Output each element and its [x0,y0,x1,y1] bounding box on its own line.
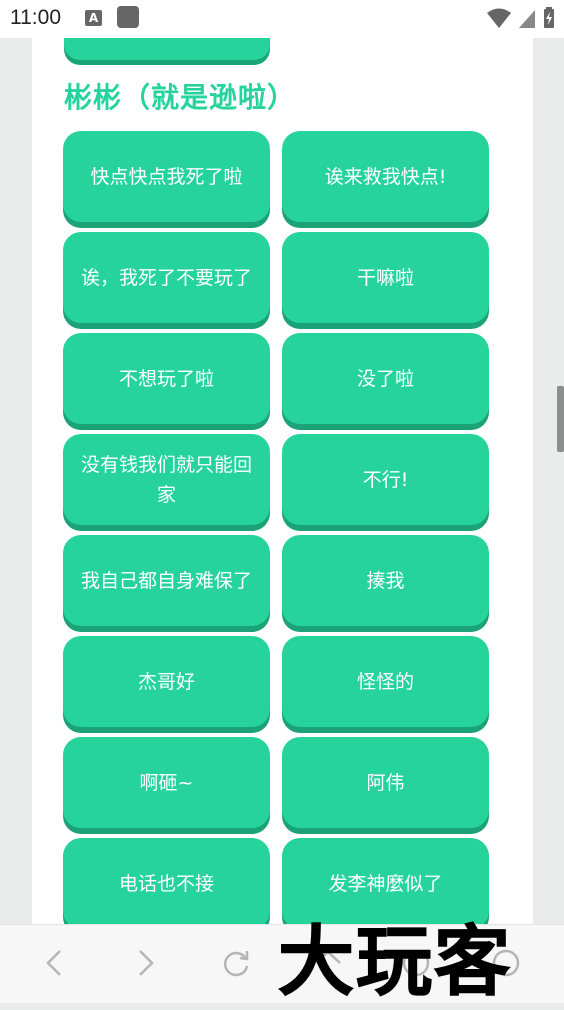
sound-button[interactable]: 怪怪的 [282,636,489,727]
page-gutter-right [533,38,564,924]
sound-button[interactable]: 我自己都自身难保了 [63,535,270,626]
status-time: 11:00 [10,6,61,29]
sound-button[interactable]: 啊砸~ [63,737,270,828]
keyboard-icon: A [85,10,102,26]
section-title: 彬彬（就是逊啦） [64,81,297,114]
watermark-text: 大玩客 [278,917,512,1007]
app-square-icon [117,6,139,28]
sound-button[interactable]: 不想玩了啦 [63,333,270,424]
status-bar: 11:00 A [0,0,564,38]
scrollbar-thumb[interactable] [557,386,564,452]
signal-icon [518,10,535,28]
sound-button[interactable]: 不行! [282,434,489,525]
page-gutter-left [0,38,32,924]
sound-button[interactable]: 快点快点我死了啦 [63,131,270,222]
reload-icon[interactable] [218,945,254,981]
sound-button[interactable]: 没了啦 [282,333,489,424]
sound-button[interactable]: 电话也不接 [63,838,270,924]
sound-button[interactable]: 阿伟 [282,737,489,828]
status-icons [486,7,556,31]
sound-button[interactable]: 杰哥好 [63,636,270,727]
sound-button[interactable]: 诶来救我快点! [282,131,489,222]
forward-icon[interactable] [126,945,162,981]
previous-sound-button-partial[interactable] [64,38,270,60]
sound-button-grid: 快点快点我死了啦 诶来救我快点! 诶，我死了不要玩了 干嘛啦 不想玩了啦 没了啦… [63,131,489,924]
battery-charging-icon [544,7,554,28]
content-card: 彬彬（就是逊啦） 快点快点我死了啦 诶来救我快点! 诶，我死了不要玩了 干嘛啦 … [32,38,533,924]
sound-button[interactable]: 诶，我死了不要玩了 [63,232,270,323]
sound-button[interactable]: 没有钱我们就只能回家 [63,434,270,525]
watermark: 大玩客 [278,900,564,1007]
sound-button[interactable]: 揍我 [282,535,489,626]
back-icon[interactable] [38,945,74,981]
wifi-icon [486,8,511,28]
sound-button[interactable]: 干嘛啦 [282,232,489,323]
